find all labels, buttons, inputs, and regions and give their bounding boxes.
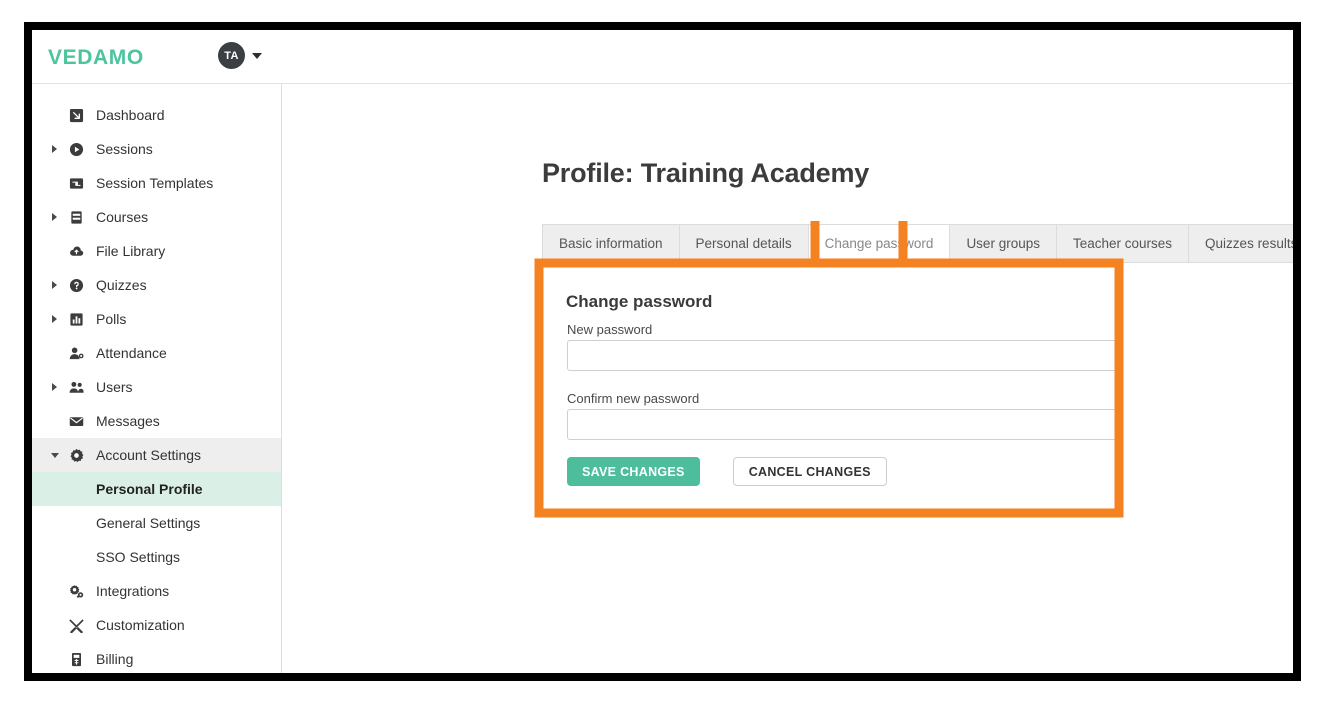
chevron-right-icon[interactable] (52, 145, 57, 153)
sidebar-item-label: SSO Settings (96, 549, 181, 565)
tools-icon (68, 617, 85, 634)
sidebar-item-label: Attendance (96, 345, 167, 361)
envelope-icon (68, 413, 85, 430)
sidebar-item-general-settings[interactable]: General Settings (32, 506, 281, 540)
sidebar-item-quizzes[interactable]: Quizzes (32, 268, 281, 302)
tab-teacher-courses[interactable]: Teacher courses (1055, 224, 1189, 263)
sidebar-item-session-templates[interactable]: Session Templates (32, 166, 281, 200)
sidebar-item-personal-profile[interactable]: Personal Profile (32, 472, 281, 506)
page-title: Profile: Training Academy (542, 158, 870, 189)
sidebar-item-label: Sessions (96, 141, 153, 157)
sidebar-item-label: Personal Profile (96, 481, 203, 497)
save-changes-button[interactable]: SAVE CHANGES (567, 457, 700, 486)
chevron-down-icon (252, 52, 262, 59)
panel-title: Change password (566, 292, 713, 311)
sidebar-item-account-settings[interactable]: Account Settings (32, 438, 281, 472)
sidebar-item-customization[interactable]: Customization (32, 608, 281, 642)
tab-personal-details[interactable]: Personal details (678, 224, 808, 263)
sidebar-item-label: Dashboard (96, 107, 165, 123)
tab-quizzes-results[interactable]: Quizzes results (1188, 224, 1293, 263)
cloud-icon (68, 243, 85, 260)
new-password-label: New password (567, 322, 653, 337)
sidebar-item-label: Users (96, 379, 133, 395)
sidebar-item-label: Session Templates (96, 175, 214, 191)
bar-chart-icon (68, 311, 85, 328)
user-menu[interactable]: TA (218, 42, 262, 69)
sidebar-item-sso-settings[interactable]: SSO Settings (32, 540, 281, 574)
dashboard-arrow-icon (68, 107, 85, 124)
template-icon (68, 175, 85, 192)
main-content: Profile: Training Academy Basic informat… (282, 84, 1293, 673)
sidebar-item-label: Messages (96, 413, 160, 429)
gear-icon (68, 447, 85, 464)
user-check-icon (68, 345, 85, 362)
sidebar-item-messages[interactable]: Messages (32, 404, 281, 438)
play-circle-icon (68, 141, 85, 158)
sidebar-item-courses[interactable]: Courses (32, 200, 281, 234)
sidebar-item-label: File Library (96, 243, 166, 259)
sidebar-item-polls[interactable]: Polls (32, 302, 281, 336)
tab-strip: Basic information Personal details Change … (542, 224, 1293, 263)
book-icon (68, 209, 85, 226)
sidebar-item-attendance[interactable]: Attendance (32, 336, 281, 370)
tab-user-groups[interactable]: User groups (949, 224, 1056, 263)
tab-label: Change password (824, 236, 934, 251)
cancel-changes-button[interactable]: CANCEL CHANGES (732, 457, 887, 486)
chevron-right-icon[interactable] (52, 213, 57, 221)
sidebar-item-users[interactable]: Users (32, 370, 281, 404)
tab-label: Personal details (695, 236, 792, 251)
gears-icon (68, 583, 85, 600)
browser-frame: VEDAMO TA Dashboard Sessions Session Templ… (24, 22, 1301, 681)
change-password-panel: Change password New password Confirm new… (534, 263, 1152, 551)
confirm-new-password-label: Confirm new password (567, 391, 700, 406)
sidebar-navigation: Dashboard Sessions Session Templates Course… (32, 84, 282, 673)
top-header-bar: VEDAMO TA (32, 30, 1293, 84)
sidebar-item-dashboard[interactable]: Dashboard (32, 98, 281, 132)
sidebar-item-label: Integrations (96, 583, 170, 599)
sidebar-item-label: Quizzes (96, 277, 147, 293)
vedamo-logo: VEDAMO (48, 46, 144, 69)
users-icon (68, 379, 85, 396)
tab-label: Basic information (559, 236, 663, 251)
confirm-new-password-input[interactable] (567, 409, 1123, 440)
tab-change-password[interactable]: Change password (807, 224, 950, 263)
tabs-container: Basic information Personal details Change … (542, 224, 1293, 263)
invoice-icon (68, 651, 85, 668)
new-password-input[interactable] (567, 340, 1123, 371)
tab-label: Quizzes results (1205, 236, 1293, 251)
question-circle-icon (68, 277, 85, 294)
panel-button-row: SAVE CHANGES CANCEL CHANGES (567, 457, 887, 486)
chevron-right-icon[interactable] (52, 315, 57, 323)
chevron-right-icon[interactable] (52, 281, 57, 289)
avatar: TA (218, 42, 245, 69)
sidebar-item-integrations[interactable]: Integrations (32, 574, 281, 608)
sidebar-item-label: Account Settings (96, 447, 202, 463)
tab-label: Teacher courses (1072, 236, 1173, 251)
sidebar-item-label: Polls (96, 311, 127, 327)
sidebar-item-sessions[interactable]: Sessions (32, 132, 281, 166)
chevron-right-icon[interactable] (52, 383, 57, 391)
sidebar-item-label: General Settings (96, 515, 201, 531)
sidebar-item-label: Courses (96, 209, 149, 225)
sidebar-item-file-library[interactable]: File Library (32, 234, 281, 268)
chevron-down-icon[interactable] (51, 452, 59, 458)
sidebar-item-label: Customization (96, 617, 185, 633)
sidebar-item-billing[interactable]: Billing (32, 642, 281, 673)
tab-label: User groups (966, 236, 1040, 251)
sidebar-item-label: Billing (96, 651, 134, 667)
tab-basic-information[interactable]: Basic information (542, 224, 679, 263)
